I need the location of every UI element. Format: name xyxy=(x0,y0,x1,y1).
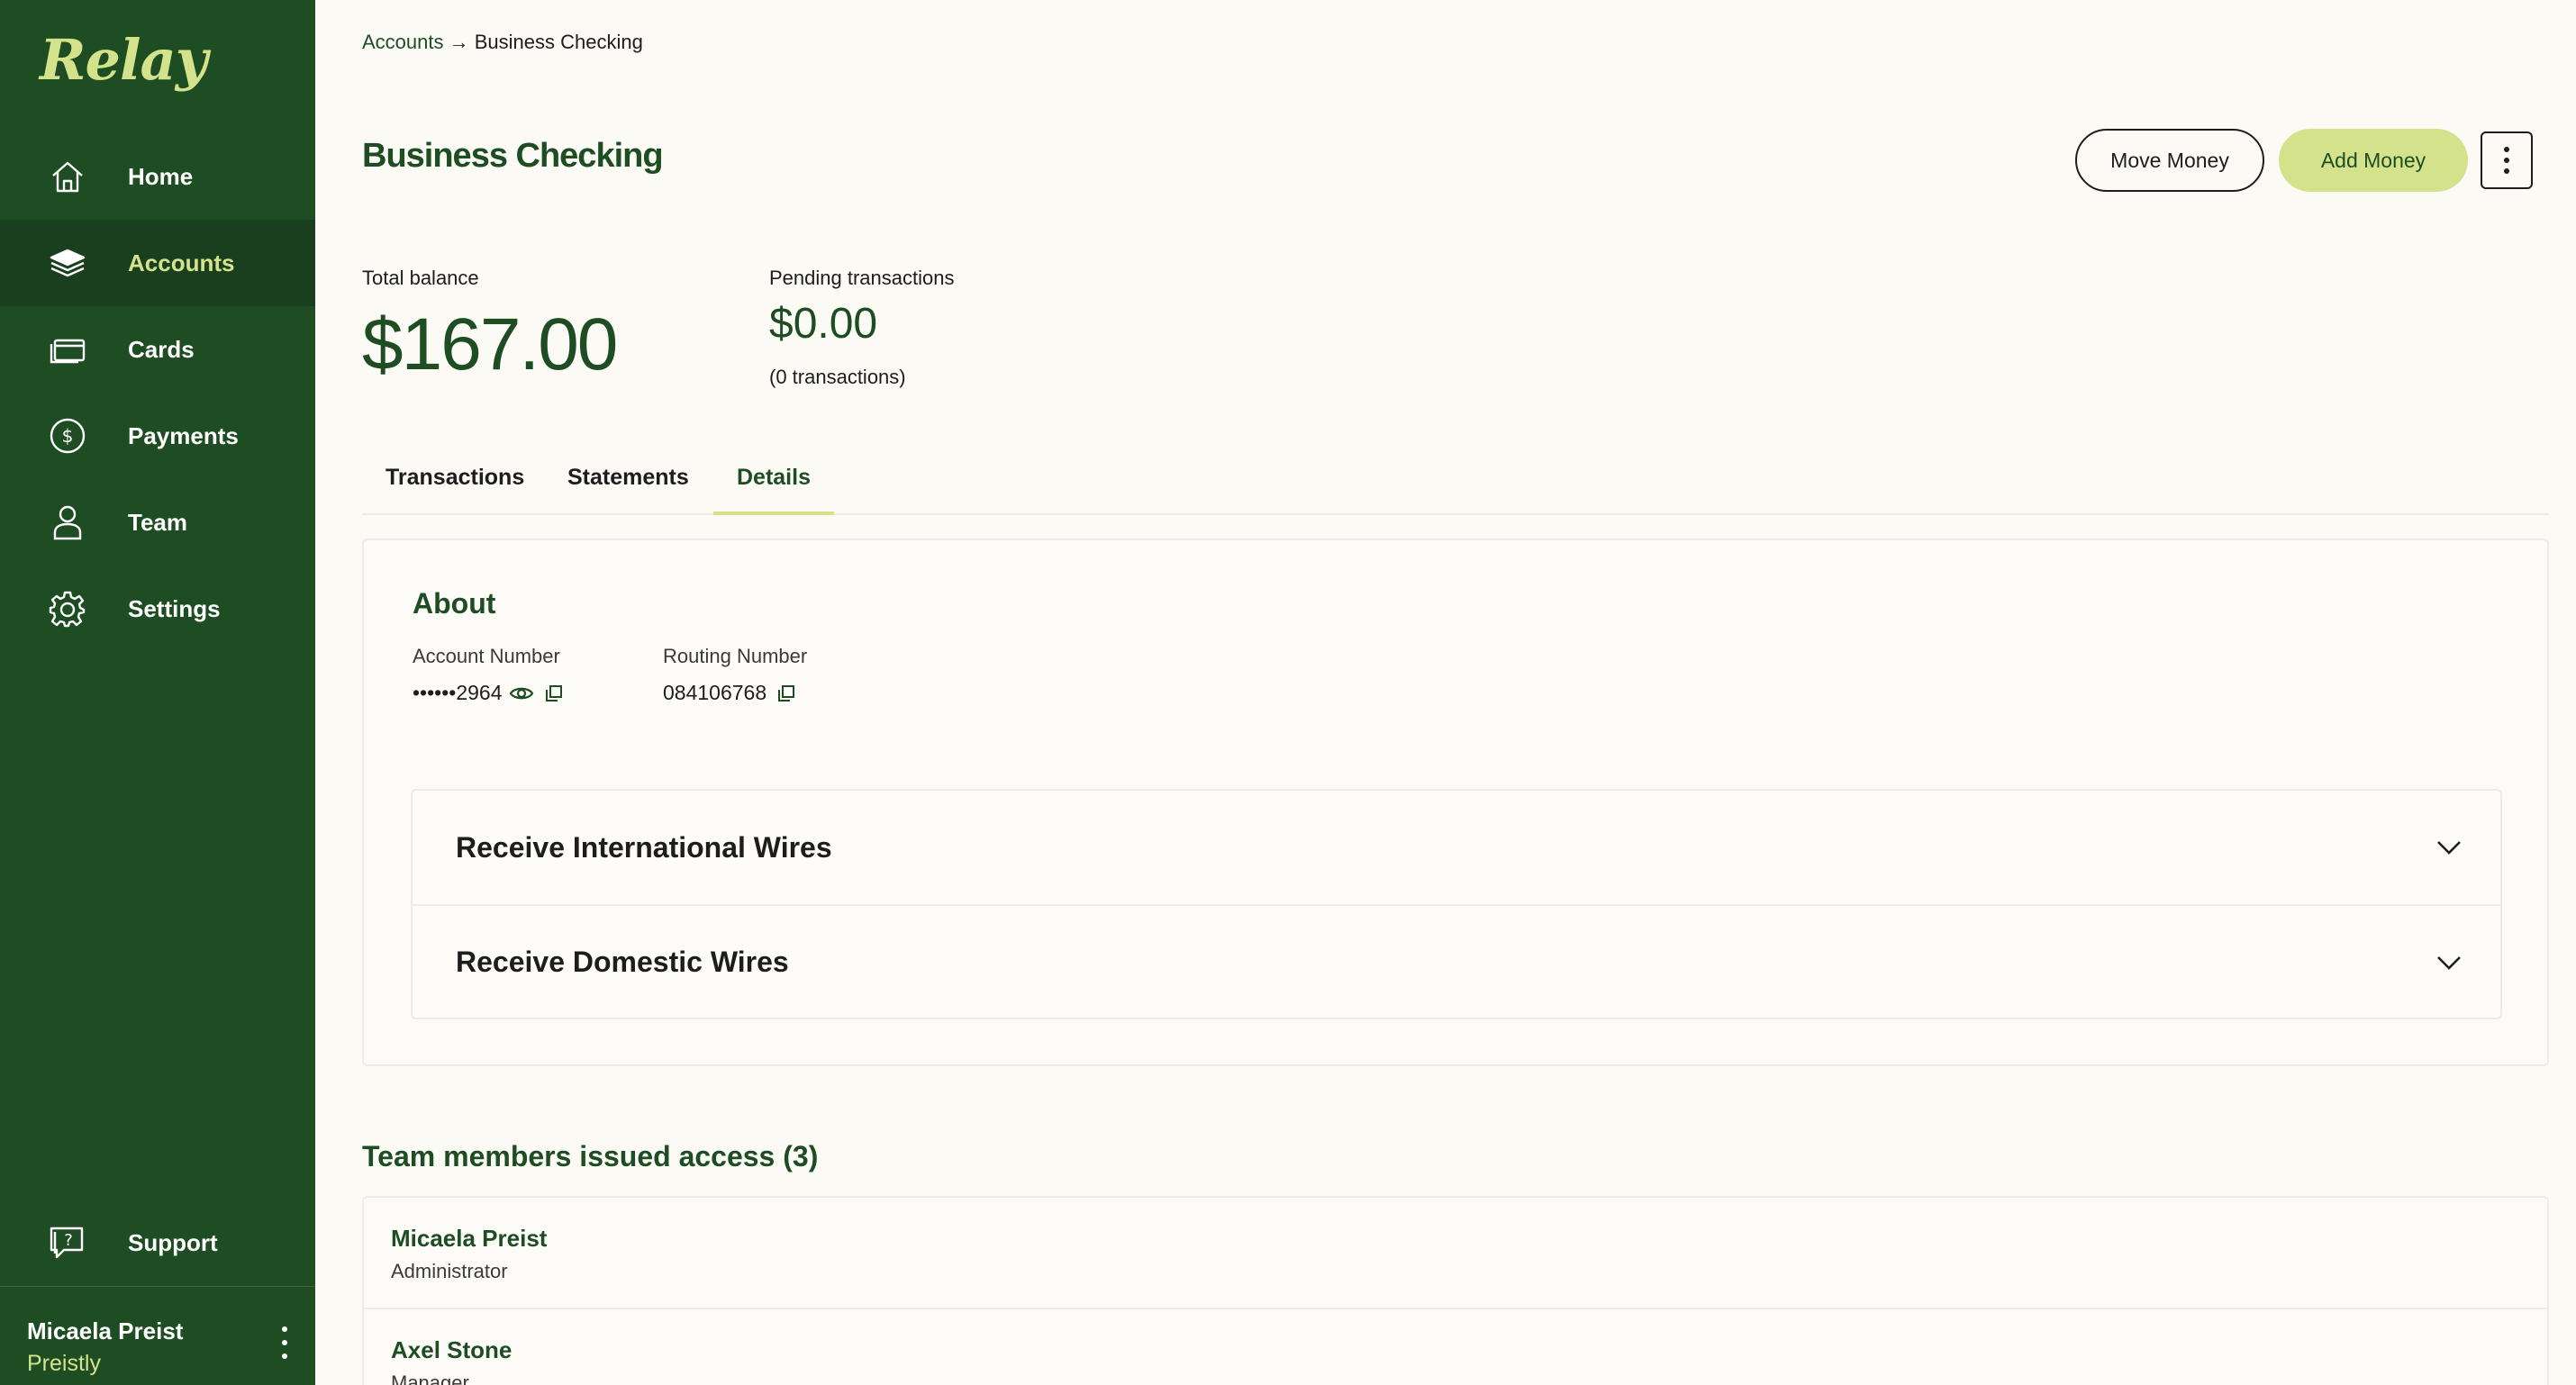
sidebar-item-settings[interactable]: Settings xyxy=(0,566,315,652)
add-money-button[interactable]: Add Money xyxy=(2279,129,2468,192)
member-role: Administrator xyxy=(391,1260,508,1282)
routing-number-value: 084106768 xyxy=(663,681,767,704)
sidebar-item-cards[interactable]: Cards xyxy=(0,306,315,393)
main-content: Accounts → Business Checking Business Ch… xyxy=(362,0,2549,1385)
receive-domestic-wires-row[interactable]: Receive Domestic Wires xyxy=(413,904,2500,1018)
team-member-row[interactable]: Micaela Preist Administrator xyxy=(364,1198,2547,1308)
user-name: Micaela Preist xyxy=(27,1317,184,1344)
chevron-down-icon xyxy=(2437,956,2461,970)
member-role: Manager xyxy=(391,1371,469,1385)
routing-number-label: Routing Number xyxy=(663,645,808,667)
account-tabs: Transactions Statements Details xyxy=(362,459,2549,515)
card-icon xyxy=(47,329,88,370)
accordion-title: Receive International Wires xyxy=(456,830,832,864)
sidebar-item-label: Payments xyxy=(128,421,239,449)
member-name: Micaela Preist xyxy=(391,1225,548,1252)
account-number-label: Account Number xyxy=(413,645,560,667)
dollar-circle-icon: $ xyxy=(47,415,88,457)
total-balance-label: Total balance xyxy=(362,267,479,289)
page-title: Business Checking xyxy=(362,137,664,175)
breadcrumb-separator: → xyxy=(449,31,469,53)
tab-statements[interactable]: Statements xyxy=(567,465,689,515)
wires-accordion: Receive International Wires Receive Dome… xyxy=(411,789,2502,1019)
sidebar-item-label: Home xyxy=(128,162,194,190)
pending-transactions-value: $0.00 xyxy=(769,300,878,348)
copy-icon[interactable] xyxy=(774,683,799,703)
user-footer: Micaela Preist Preistly xyxy=(0,1286,315,1385)
kebab-dot-icon xyxy=(2504,168,2509,174)
kebab-dot-icon xyxy=(2504,158,2509,163)
sidebar-item-support[interactable]: ? Support xyxy=(0,1199,315,1286)
about-card: About Account Number ••••••2964 Routing … xyxy=(362,539,2549,1066)
about-title: About xyxy=(413,587,496,620)
home-icon xyxy=(47,156,88,197)
layers-icon xyxy=(47,242,88,284)
total-balance-value: $167.00 xyxy=(362,303,618,385)
breadcrumb-accounts-link[interactable]: Accounts xyxy=(362,31,444,53)
svg-text:$: $ xyxy=(62,425,74,447)
copy-icon[interactable] xyxy=(541,683,567,703)
relay-logo[interactable]: Relay xyxy=(40,27,208,93)
routing-number-field: 084106768 xyxy=(663,681,799,705)
kebab-dot-icon xyxy=(2504,147,2509,152)
help-chat-icon: ? xyxy=(47,1222,88,1263)
user-company: Preistly xyxy=(27,1351,101,1376)
tab-transactions[interactable]: Transactions xyxy=(385,465,524,515)
sidebar-item-home[interactable]: Home xyxy=(0,133,315,220)
chevron-down-icon xyxy=(2437,841,2461,855)
account-number-field: ••••••2964 xyxy=(413,681,567,705)
pending-transactions-count: (0 transactions) xyxy=(769,366,906,388)
account-number-value: ••••••2964 xyxy=(413,681,503,704)
sidebar-item-payments[interactable]: $ Payments xyxy=(0,393,315,479)
breadcrumb-current: Business Checking xyxy=(474,31,643,53)
team-section-title: Team members issued access (3) xyxy=(362,1140,819,1172)
user-menu-button[interactable] xyxy=(276,1326,294,1359)
accordion-title: Receive Domestic Wires xyxy=(456,945,789,978)
sidebar-item-accounts[interactable]: Accounts xyxy=(0,220,315,306)
pending-transactions-label: Pending transactions xyxy=(769,267,955,289)
member-name: Axel Stone xyxy=(391,1336,512,1363)
svg-text:?: ? xyxy=(64,1231,73,1250)
gear-icon xyxy=(47,588,88,629)
eye-icon[interactable] xyxy=(509,683,534,703)
sidebar-nav: Home Accounts Cards $ Payments Team Sett… xyxy=(0,133,315,652)
sidebar: Relay Home Accounts Cards $ Payments Tea… xyxy=(0,0,315,1385)
sidebar-item-label: Settings xyxy=(128,594,221,622)
receive-international-wires-row[interactable]: Receive International Wires xyxy=(413,791,2500,904)
support-label: Support xyxy=(128,1228,218,1256)
team-member-row[interactable]: Axel Stone Manager xyxy=(364,1308,2547,1385)
sidebar-item-label: Accounts xyxy=(128,249,235,276)
sidebar-item-label: Team xyxy=(128,508,187,536)
move-money-button[interactable]: Move Money xyxy=(2075,129,2264,192)
tab-details[interactable]: Details xyxy=(713,465,834,515)
team-members-list: Micaela Preist Administrator Axel Stone … xyxy=(362,1196,2549,1385)
breadcrumb: Accounts → Business Checking xyxy=(362,31,643,54)
kebab-dot-icon xyxy=(282,1340,287,1345)
sidebar-item-label: Cards xyxy=(128,335,195,363)
sidebar-item-team[interactable]: Team xyxy=(0,479,315,566)
kebab-dot-icon xyxy=(282,1353,287,1359)
person-icon xyxy=(47,502,88,543)
kebab-dot-icon xyxy=(282,1326,287,1332)
more-options-button[interactable] xyxy=(2481,131,2533,189)
